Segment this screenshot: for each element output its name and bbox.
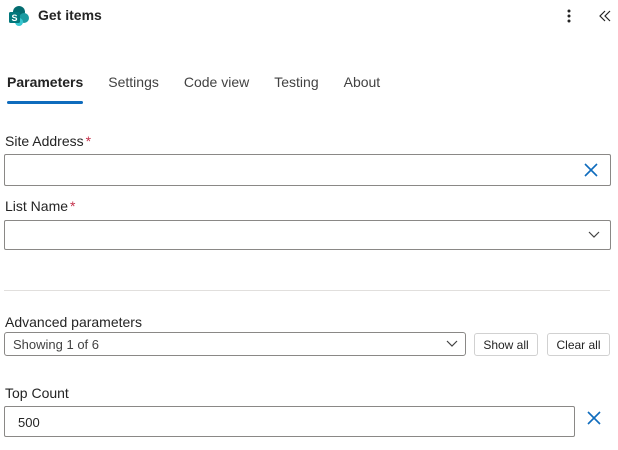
required-mark: * [70, 198, 76, 214]
svg-text:S: S [11, 13, 17, 23]
more-options-button[interactable] [560, 4, 578, 28]
site-address-label-text: Site Address [5, 133, 84, 149]
section-divider [4, 290, 610, 291]
top-count-value: 500 [18, 415, 40, 430]
panel-header: S Get items [0, 0, 618, 34]
page-title: Get items [38, 7, 102, 23]
close-icon [584, 163, 598, 177]
tab-about[interactable]: About [344, 74, 381, 106]
required-mark: * [85, 133, 92, 149]
list-name-label: List Name * [5, 198, 75, 214]
top-count-label: Top Count [5, 385, 69, 401]
chevron-down-icon [587, 230, 601, 240]
site-address-clear-button[interactable] [583, 162, 599, 178]
show-all-button[interactable]: Show all [474, 333, 538, 356]
site-address-input[interactable] [4, 154, 611, 186]
clear-all-button[interactable]: Clear all [547, 333, 610, 356]
advanced-parameters-label: Advanced parameters [5, 314, 142, 330]
site-address-label: Site Address * [5, 133, 91, 149]
tab-bar: Parameters Settings Code view Testing Ab… [7, 74, 405, 106]
list-name-dropdown[interactable] [4, 220, 611, 250]
tab-code-view[interactable]: Code view [184, 74, 249, 106]
top-count-clear-button[interactable] [586, 410, 602, 426]
advanced-parameters-dropdown[interactable]: Showing 1 of 6 [4, 332, 466, 356]
tab-settings[interactable]: Settings [108, 74, 159, 106]
tab-testing[interactable]: Testing [274, 74, 318, 106]
tab-parameters[interactable]: Parameters [7, 74, 84, 106]
top-count-input[interactable]: 500 [4, 406, 575, 437]
more-vertical-icon [567, 9, 571, 23]
chevron-down-icon [445, 339, 459, 349]
advanced-parameters-value: Showing 1 of 6 [13, 337, 100, 352]
double-chevron-left-icon [599, 10, 611, 22]
sharepoint-icon: S [8, 6, 30, 26]
close-icon [587, 411, 601, 425]
collapse-panel-button[interactable] [596, 4, 614, 28]
list-name-label-text: List Name [5, 198, 69, 214]
